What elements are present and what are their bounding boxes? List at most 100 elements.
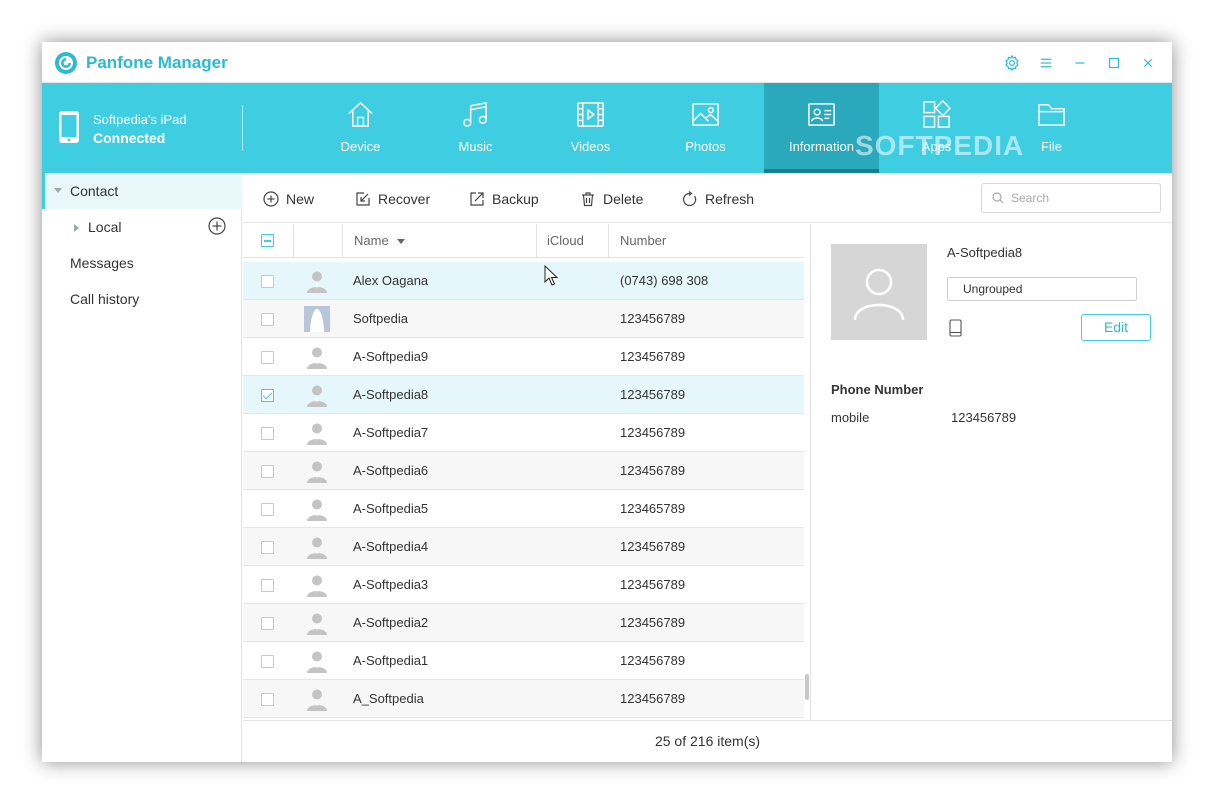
edit-button[interactable]: Edit — [1081, 314, 1151, 341]
row-checkbox[interactable] — [261, 655, 274, 668]
recover-icon — [356, 192, 370, 206]
select-all-checkbox[interactable] — [261, 234, 274, 247]
recover-button[interactable]: Recover — [355, 189, 430, 209]
column-header-number[interactable]: Number — [620, 224, 666, 258]
person-avatar-icon — [307, 461, 327, 483]
column-divider — [293, 224, 294, 258]
sidebar-item-local[interactable]: Local — [42, 209, 242, 245]
close-icon — [1143, 58, 1153, 68]
contact-number-cell: 123456789 — [620, 653, 686, 668]
person-avatar-icon — [307, 537, 327, 559]
person-icon — [853, 268, 905, 321]
table-row[interactable]: A_Softpedia 123456789 — [243, 680, 804, 718]
scrollbar-thumb[interactable] — [805, 674, 809, 700]
home-icon — [348, 101, 373, 127]
contact-photo-icon — [304, 306, 330, 332]
tab-label: Photos — [685, 139, 726, 154]
row-checkbox[interactable] — [261, 617, 274, 630]
contact-name-cell: A-Softpedia9 — [353, 349, 429, 364]
tab-photos[interactable]: Photos — [648, 83, 763, 173]
menu-button[interactable] — [1036, 53, 1056, 73]
backup-button[interactable]: Backup — [469, 189, 539, 209]
group-select[interactable]: Ungrouped — [947, 277, 1137, 301]
table-row[interactable]: A-Softpedia5 123465789 — [243, 490, 804, 528]
column-header-name[interactable]: Name — [354, 224, 406, 258]
contact-number-cell: 123456789 — [620, 311, 686, 326]
contact-name: A-Softpedia8 — [947, 245, 1023, 260]
phone-number-value: 123456789 — [951, 410, 1017, 425]
search-input[interactable] — [1011, 191, 1151, 205]
table-row[interactable]: A-Softpedia1 123456789 — [243, 642, 804, 680]
row-checkbox[interactable] — [261, 693, 274, 706]
tab-music[interactable]: Music — [418, 83, 533, 173]
column-header-icloud[interactable]: iCloud — [547, 224, 584, 258]
backup-label: Backup — [492, 191, 539, 207]
table-row[interactable]: Softpedia 123456789 — [243, 300, 804, 338]
column-divider — [342, 224, 343, 258]
table-row[interactable]: A-Softpedia8 123456789 — [243, 376, 804, 414]
table-row[interactable]: A-Softpedia7 123456789 — [243, 414, 804, 452]
search-box[interactable] — [981, 183, 1161, 213]
device-panel[interactable]: Softpedia's iPad Connected — [42, 83, 242, 173]
contact-name-cell: A-Softpedia7 — [353, 425, 429, 440]
close-button[interactable] — [1138, 53, 1158, 73]
contact-number-cell: 123456789 — [620, 425, 686, 440]
table-row[interactable]: Alex Oagana (0743) 698 308 — [243, 262, 804, 300]
tab-device[interactable]: Device — [303, 83, 418, 173]
row-checkbox[interactable] — [261, 275, 274, 288]
settings-button[interactable] — [1002, 53, 1022, 73]
person-avatar-icon — [307, 347, 327, 369]
ipad-icon — [59, 111, 79, 143]
phone-type-label: mobile — [831, 410, 870, 425]
row-checkbox[interactable] — [261, 541, 274, 554]
refresh-button[interactable]: Refresh — [682, 189, 754, 209]
add-group-icon[interactable] — [208, 217, 226, 235]
tab-apps[interactable]: Apps — [879, 83, 994, 173]
row-checkbox[interactable] — [261, 465, 274, 478]
tab-label: Information — [788, 139, 855, 154]
maximize-button[interactable] — [1104, 53, 1124, 73]
contact-number-cell: 123456789 — [620, 349, 686, 364]
contact-number-cell: 123456789 — [620, 577, 686, 592]
table-row[interactable]: A-Softpedia3 123456789 — [243, 566, 804, 604]
new-button[interactable]: New — [263, 189, 314, 209]
person-avatar-icon — [307, 271, 327, 293]
sidebar-item-call-history[interactable]: Call history — [42, 281, 242, 317]
phone-icon — [949, 319, 962, 337]
device-status: Connected — [93, 130, 166, 146]
minimize-button[interactable] — [1070, 53, 1090, 73]
sidebar-item-messages[interactable]: Messages — [42, 245, 242, 281]
delete-button[interactable]: Delete — [580, 189, 643, 209]
contact-number-cell: 123456789 — [620, 691, 686, 706]
contact-name-cell: A-Softpedia8 — [353, 387, 429, 402]
contact-photo[interactable] — [831, 244, 927, 340]
recover-label: Recover — [378, 191, 431, 207]
maximize-icon — [1108, 57, 1120, 69]
tab-videos[interactable]: Videos — [533, 83, 648, 173]
folder-icon — [1038, 104, 1065, 126]
row-checkbox[interactable] — [261, 351, 274, 364]
row-checkbox[interactable] — [261, 427, 274, 440]
sidebar-item-contact[interactable]: Contact — [42, 173, 242, 209]
tab-file[interactable]: File — [994, 83, 1109, 173]
row-checkbox[interactable] — [261, 579, 274, 592]
section-title: Phone Number — [831, 382, 924, 397]
table-row[interactable]: A-Softpedia4 123456789 — [243, 528, 804, 566]
row-checkbox[interactable] — [261, 389, 274, 402]
contact-name-cell: Alex Oagana — [353, 273, 429, 288]
row-checkbox[interactable] — [261, 313, 274, 326]
table-row[interactable]: A-Softpedia2 123456789 — [243, 604, 804, 642]
photo-icon — [692, 103, 719, 126]
apps-icon — [923, 99, 952, 128]
refresh-icon — [683, 191, 697, 207]
contact-number-cell: 123456789 — [620, 463, 686, 478]
toolbar: New Recover Backup Delete Refresh — [243, 173, 1172, 223]
row-checkbox[interactable] — [261, 503, 274, 516]
device-name: Softpedia's iPad — [93, 112, 187, 127]
table-row[interactable]: A-Softpedia9 123456789 — [243, 338, 804, 376]
table-row[interactable]: A-Softpedia6 123456789 — [243, 452, 804, 490]
sort-down-icon — [397, 239, 406, 245]
tab-label: Apps — [921, 139, 952, 154]
menu-icon — [1040, 58, 1052, 68]
tab-information[interactable]: Information — [764, 83, 879, 173]
